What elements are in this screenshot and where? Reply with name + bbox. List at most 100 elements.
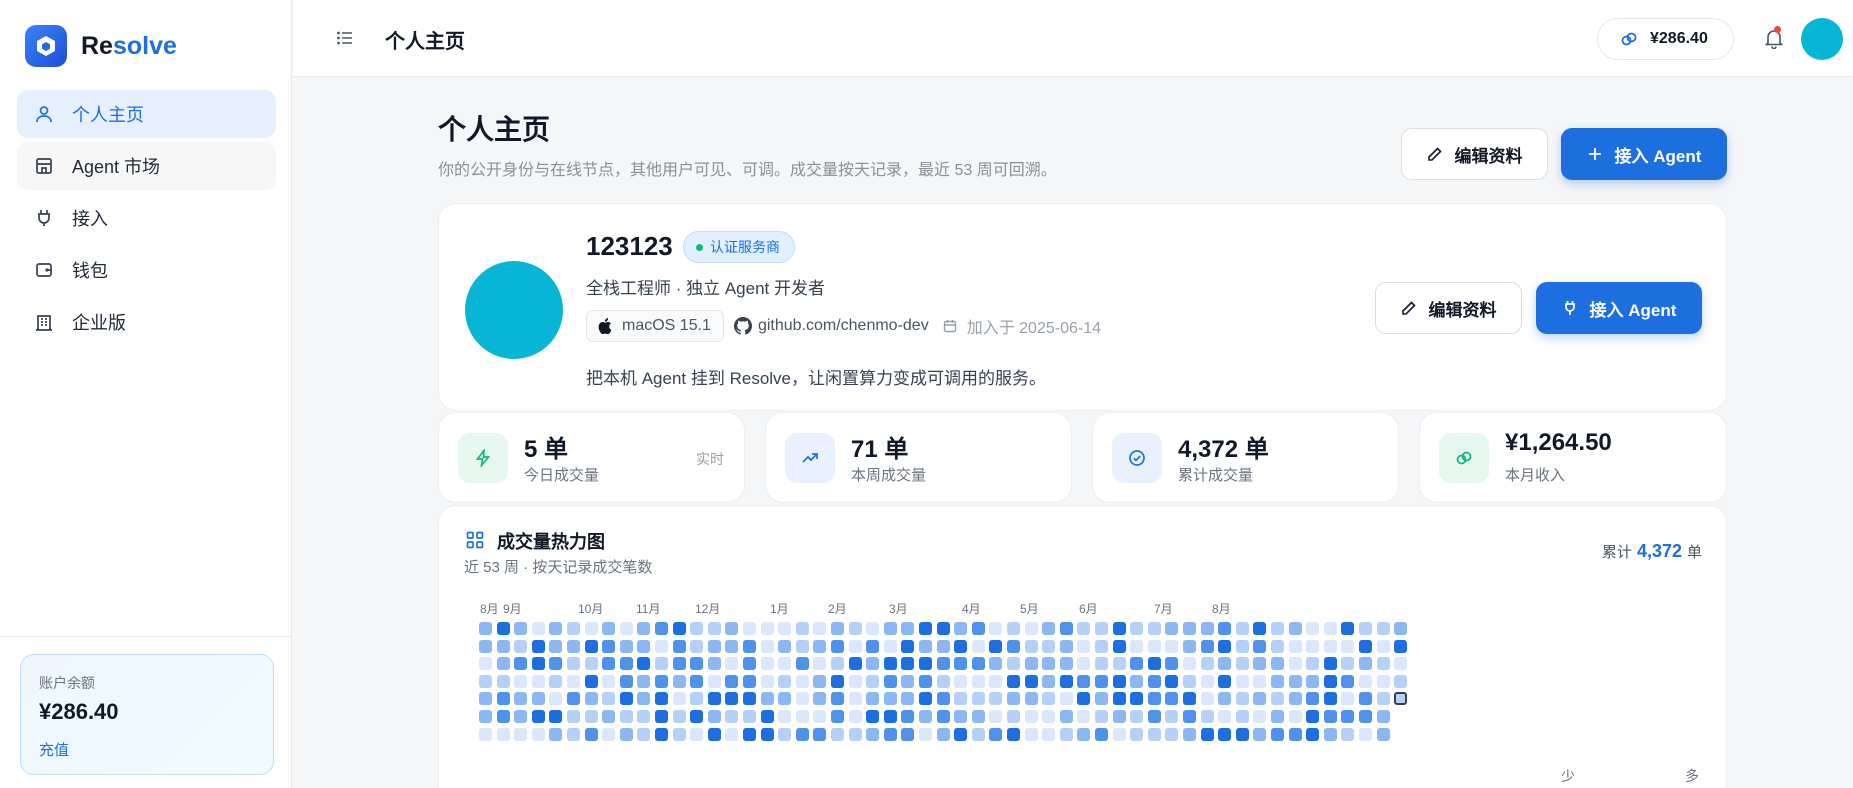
heatmap-cell[interactable] [1042, 692, 1056, 706]
heatmap-cell[interactable] [795, 710, 809, 723]
sidebar-item-wallet[interactable]: 钱包 [17, 246, 276, 294]
heatmap-cell[interactable] [954, 657, 968, 671]
heatmap-cell[interactable] [1253, 692, 1267, 706]
heatmap-cell[interactable] [1288, 639, 1302, 653]
heatmap-cell[interactable] [971, 692, 985, 706]
heatmap-cell[interactable] [1271, 674, 1284, 688]
heatmap-cell[interactable] [1165, 622, 1179, 635]
heatmap-cell[interactable] [848, 674, 862, 688]
heatmap-cell[interactable] [954, 710, 968, 723]
heatmap-cell[interactable] [1183, 657, 1196, 671]
heatmap-cell[interactable] [1200, 639, 1214, 653]
heatmap-cell[interactable] [690, 710, 704, 723]
heatmap-cell[interactable] [989, 622, 1003, 635]
card-connect-agent-button[interactable]: 接入 Agent [1536, 282, 1702, 334]
heatmap-cell[interactable] [795, 674, 809, 688]
heatmap-cell[interactable] [1095, 692, 1108, 706]
heatmap-cell[interactable] [479, 674, 492, 688]
heatmap-cell[interactable] [655, 657, 668, 671]
heatmap-cell[interactable] [1323, 727, 1337, 741]
heatmap-cell[interactable] [813, 622, 827, 635]
heatmap-cell[interactable] [672, 639, 686, 653]
heatmap-cell[interactable] [549, 639, 563, 653]
heatmap-cell[interactable] [1165, 727, 1179, 741]
heatmap-cell[interactable] [971, 657, 985, 671]
heatmap-cell[interactable] [901, 657, 915, 671]
heatmap-cell[interactable] [1271, 692, 1284, 706]
heatmap-cell[interactable] [1007, 657, 1020, 671]
heatmap-cell[interactable] [531, 727, 545, 741]
heatmap-cell[interactable] [848, 710, 862, 723]
heatmap-cell[interactable] [901, 639, 915, 653]
heatmap-cell[interactable] [760, 727, 774, 741]
heatmap-cell[interactable] [479, 639, 492, 653]
heatmap-cell[interactable] [1112, 674, 1126, 688]
heatmap-cell[interactable] [866, 710, 880, 723]
heatmap-cell[interactable] [1200, 692, 1214, 706]
heatmap-cell[interactable] [989, 727, 1003, 741]
card-edit-profile-button[interactable]: 编辑资料 [1375, 282, 1522, 334]
heatmap-cell[interactable] [778, 639, 792, 653]
logo[interactable]: Resolve [25, 25, 177, 67]
heatmap-cell[interactable] [813, 657, 827, 671]
heatmap-cell[interactable] [901, 622, 915, 635]
heatmap-cell[interactable] [1271, 727, 1284, 741]
heatmap-cell[interactable] [1095, 639, 1108, 653]
heatmap-cell[interactable] [619, 657, 633, 671]
heatmap-cell[interactable] [584, 692, 598, 706]
heatmap-cell[interactable] [1059, 622, 1073, 635]
heatmap-cell[interactable] [1323, 622, 1337, 635]
heatmap-cell[interactable] [549, 727, 563, 741]
heatmap-cell[interactable] [1077, 639, 1091, 653]
heatmap-cell[interactable] [1165, 674, 1179, 688]
heatmap-cell[interactable] [936, 727, 950, 741]
heatmap-cell[interactable] [831, 710, 844, 723]
heatmap-cell[interactable] [619, 692, 633, 706]
heatmap-cell[interactable] [919, 639, 932, 653]
heatmap-cell[interactable] [514, 727, 528, 741]
heatmap-cell[interactable] [936, 639, 950, 653]
heatmap-cell[interactable] [1165, 657, 1179, 671]
heatmap-cell[interactable] [1271, 657, 1284, 671]
heatmap-cell[interactable] [971, 674, 985, 688]
heatmap-cell[interactable] [1288, 692, 1302, 706]
heatmap-cell[interactable] [619, 639, 633, 653]
heatmap-cell[interactable] [1042, 727, 1056, 741]
sidebar-item-connect[interactable]: 接入 [17, 194, 276, 242]
heatmap-cell[interactable] [549, 674, 563, 688]
heatmap-cell[interactable] [479, 622, 492, 635]
heatmap-cell[interactable] [584, 710, 598, 723]
heatmap-cell[interactable] [479, 727, 492, 741]
heatmap-cell[interactable] [989, 639, 1003, 653]
heatmap-cell[interactable] [831, 727, 844, 741]
heatmap-cell[interactable] [514, 622, 528, 635]
heatmap-cell[interactable] [1253, 639, 1267, 653]
heatmap-cell[interactable] [531, 657, 545, 671]
heatmap-cell[interactable] [655, 692, 668, 706]
heatmap-cell[interactable] [1095, 657, 1108, 671]
heatmap-cell[interactable] [1130, 657, 1144, 671]
heatmap-cell[interactable] [584, 674, 598, 688]
heatmap-cell[interactable] [778, 657, 792, 671]
heatmap-cell[interactable] [655, 622, 668, 635]
heatmap-cell[interactable] [1059, 727, 1073, 741]
heatmap-cell[interactable] [778, 710, 792, 723]
heatmap-cell[interactable] [1077, 657, 1091, 671]
sidebar-item-enterprise[interactable]: 企业版 [17, 298, 276, 346]
heatmap-cell[interactable] [496, 692, 510, 706]
heatmap-cell[interactable] [602, 639, 616, 653]
heatmap-cell[interactable] [1288, 710, 1302, 723]
heatmap-cell[interactable] [1376, 692, 1390, 706]
heatmap-cell[interactable] [831, 622, 844, 635]
heatmap-cell[interactable] [1306, 692, 1320, 706]
heatmap-cell[interactable] [883, 727, 897, 741]
heatmap-cell[interactable] [637, 639, 651, 653]
heatmap-cell[interactable] [743, 692, 756, 706]
heatmap-cell[interactable] [496, 674, 510, 688]
heatmap-cell[interactable] [1130, 639, 1144, 653]
heatmap-cell[interactable] [795, 727, 809, 741]
heatmap-cell[interactable] [1359, 674, 1372, 688]
heatmap-cell[interactable] [1218, 674, 1232, 688]
heatmap-cell[interactable] [602, 727, 616, 741]
heatmap-cell[interactable] [760, 710, 774, 723]
